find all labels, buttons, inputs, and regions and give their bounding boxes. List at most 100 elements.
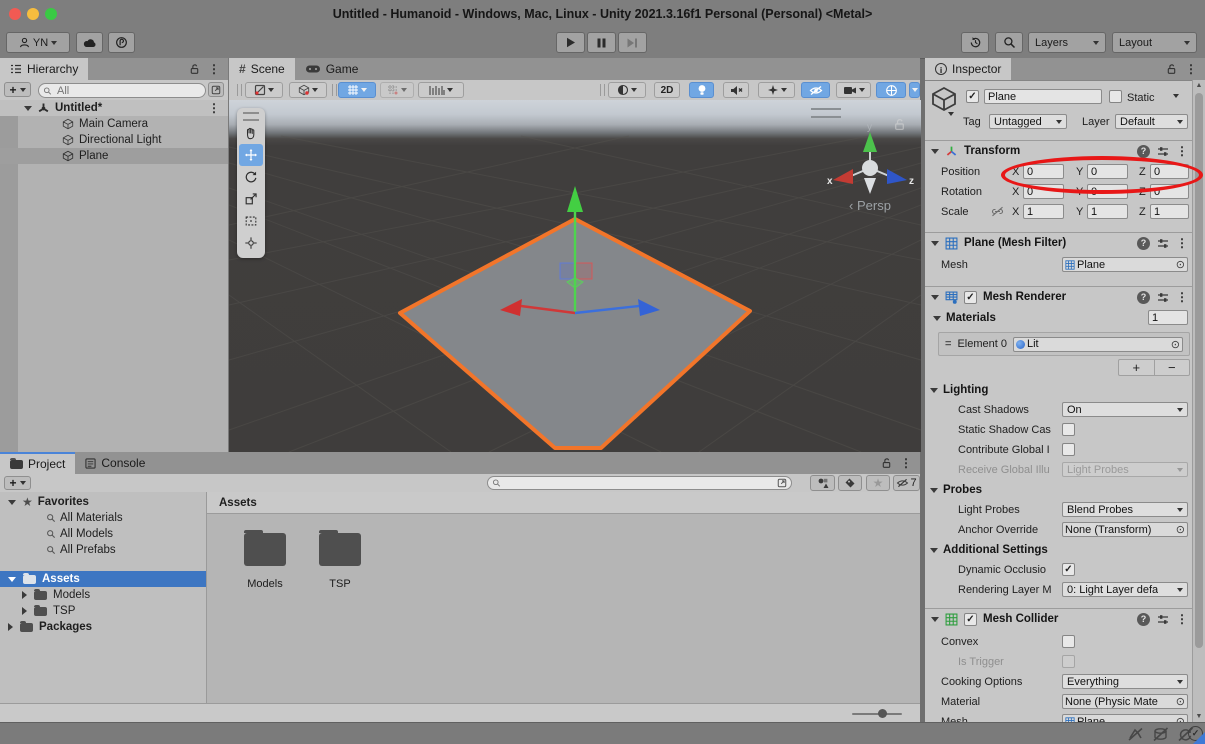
code-coverage-disabled-icon[interactable] (1127, 727, 1144, 742)
effects-dropdown[interactable] (758, 82, 795, 98)
component-menu-icon[interactable]: ⋮ (1176, 144, 1188, 158)
snap-increment-dropdown[interactable] (418, 82, 464, 98)
scene-camera-dropdown[interactable] (836, 82, 871, 98)
lighting-toggle-button[interactable] (689, 82, 714, 98)
snap-settings-dropdown[interactable] (380, 82, 414, 98)
favorite-all-models[interactable]: All Models (0, 526, 206, 542)
tree-item-models[interactable]: Models (0, 587, 206, 603)
foldout-open-icon[interactable] (930, 548, 938, 553)
open-search-window-button[interactable] (208, 82, 224, 97)
light-probes-dropdown[interactable]: Blend Probes (1062, 502, 1188, 517)
lighting-foldout[interactable]: Lighting (930, 382, 988, 398)
tag-dropdown[interactable]: Untagged (989, 114, 1067, 129)
help-icon[interactable]: ? (1137, 237, 1150, 250)
hierarchy-item-directional-light[interactable]: Directional Light (0, 132, 228, 148)
audio-toggle-button[interactable] (723, 82, 749, 98)
material-object-field[interactable]: Lit ⊙ (1013, 337, 1183, 352)
play-button[interactable] (556, 32, 585, 53)
position-z-field[interactable]: 0 (1150, 164, 1189, 179)
presets-icon[interactable] (1157, 238, 1169, 249)
scale-x-field[interactable]: 1 (1023, 204, 1064, 219)
collider-mesh-field[interactable]: Plane ⊙ (1062, 714, 1188, 722)
version-control-button[interactable] (108, 32, 135, 53)
gizmo-y-cone[interactable] (863, 132, 877, 152)
layers-dropdown[interactable]: Layers (1028, 32, 1106, 53)
component-menu-icon[interactable]: ⋮ (1176, 290, 1188, 304)
drag-handle-icon[interactable]: = (945, 338, 951, 350)
scene-visibility-dropdown[interactable] (289, 82, 327, 98)
tab-project[interactable]: Project (0, 452, 75, 474)
contribute-gi-checkbox[interactable] (1062, 443, 1075, 456)
scrollbar-thumb[interactable] (1195, 93, 1203, 648)
hierarchy-item-plane-selected[interactable]: Plane (0, 148, 228, 164)
foldout-open-icon[interactable] (8, 500, 16, 505)
layer-dropdown[interactable]: Default (1115, 114, 1188, 129)
scene-menu-icon[interactable]: ⋮ (208, 101, 220, 115)
rendering-layer-dropdown[interactable]: 0: Light Layer defa (1062, 582, 1188, 597)
add-element-button[interactable]: + (1119, 360, 1155, 375)
additional-settings-foldout[interactable]: Additional Settings (930, 542, 1048, 558)
probes-foldout[interactable]: Probes (930, 482, 982, 498)
slider-knob[interactable] (878, 709, 887, 718)
help-icon[interactable]: ? (1137, 145, 1150, 158)
foldout-open-icon[interactable] (931, 241, 939, 246)
favorite-all-materials[interactable]: All Materials (0, 510, 206, 526)
hierarchy-search-input[interactable] (55, 84, 201, 98)
gizmo-z-cone[interactable] (887, 169, 907, 184)
perspective-label[interactable]: ‹ Persp (827, 198, 913, 213)
scale-y-field[interactable]: 1 (1087, 204, 1128, 219)
foldout-open-icon[interactable] (933, 316, 941, 321)
static-dropdown[interactable] (1173, 94, 1179, 98)
transform-tool-button[interactable] (239, 232, 263, 254)
tab-console[interactable]: Console (75, 452, 155, 474)
gameobject-icon-dropdown[interactable] (948, 112, 954, 116)
physic-material-field[interactable]: None (Physic Mate ⊙ (1062, 694, 1188, 709)
cast-shadows-dropdown[interactable]: On (1062, 402, 1188, 417)
orientation-gizmo[interactable]: y x z (825, 118, 915, 204)
presets-icon[interactable] (1157, 292, 1169, 303)
component-enabled-checkbox[interactable]: ✓ (964, 291, 977, 304)
scroll-up-icon[interactable]: ▲ (1193, 82, 1205, 89)
popout-icon[interactable] (777, 478, 787, 488)
hand-tool-button[interactable] (239, 122, 263, 144)
gizmo-x-cone[interactable] (833, 169, 853, 184)
foldout-closed-icon[interactable] (22, 591, 27, 599)
hierarchy-search-field[interactable] (38, 83, 206, 98)
tab-scene[interactable]: # Scene (229, 58, 295, 80)
tree-item-tsp[interactable]: TSP (0, 603, 206, 619)
tree-item-assets-selected[interactable]: Assets (0, 571, 206, 587)
gizmo-front-cone[interactable] (864, 178, 876, 194)
search-button[interactable] (995, 32, 1023, 53)
static-shadow-caster-checkbox[interactable] (1062, 423, 1075, 436)
asset-folder-tsp[interactable]: TSP (310, 533, 370, 590)
remove-element-button[interactable]: − (1155, 360, 1190, 375)
unlock-icon[interactable] (189, 63, 200, 75)
dynamic-occlusion-checkbox[interactable]: ✓ (1062, 563, 1075, 576)
shading-mode-dropdown[interactable] (608, 82, 646, 98)
anchor-override-field[interactable]: None (Transform) ⊙ (1062, 522, 1188, 537)
rect-tool-button[interactable] (239, 210, 263, 232)
account-dropdown[interactable]: YN (6, 32, 70, 53)
position-y-field[interactable]: 0 (1087, 164, 1128, 179)
object-picker-icon[interactable]: ⊙ (1176, 258, 1185, 271)
favorites-filter-button[interactable]: ★ (866, 475, 890, 491)
hidden-packages-button[interactable]: 7 (893, 475, 920, 491)
mesh-filter-header[interactable]: Plane (Mesh Filter) ? ⋮ (925, 232, 1192, 253)
cloud-button[interactable] (76, 32, 103, 53)
position-x-field[interactable]: 0 (1023, 164, 1064, 179)
rotate-tool-button[interactable] (239, 166, 263, 188)
search-by-label-button[interactable] (838, 475, 862, 491)
object-picker-icon[interactable]: ⊙ (1176, 715, 1185, 722)
2d-toggle-button[interactable]: 2D (654, 82, 680, 98)
asset-folder-models[interactable]: Models (235, 533, 295, 590)
scroll-down-icon[interactable]: ▼ (1193, 713, 1205, 720)
material-element-row[interactable]: = Element 0 Lit ⊙ (938, 332, 1190, 356)
scene-picking-dropdown[interactable] (245, 82, 283, 98)
grid-visibility-dropdown[interactable] (338, 82, 376, 98)
foldout-open-icon[interactable] (24, 106, 32, 111)
scale-z-field[interactable]: 1 (1150, 204, 1189, 219)
create-asset-button[interactable]: + (4, 476, 31, 490)
rotation-y-field[interactable]: 0 (1087, 184, 1128, 199)
scene-viewport[interactable]: y x z ‹ Persp (229, 100, 921, 452)
step-button[interactable] (618, 32, 647, 53)
